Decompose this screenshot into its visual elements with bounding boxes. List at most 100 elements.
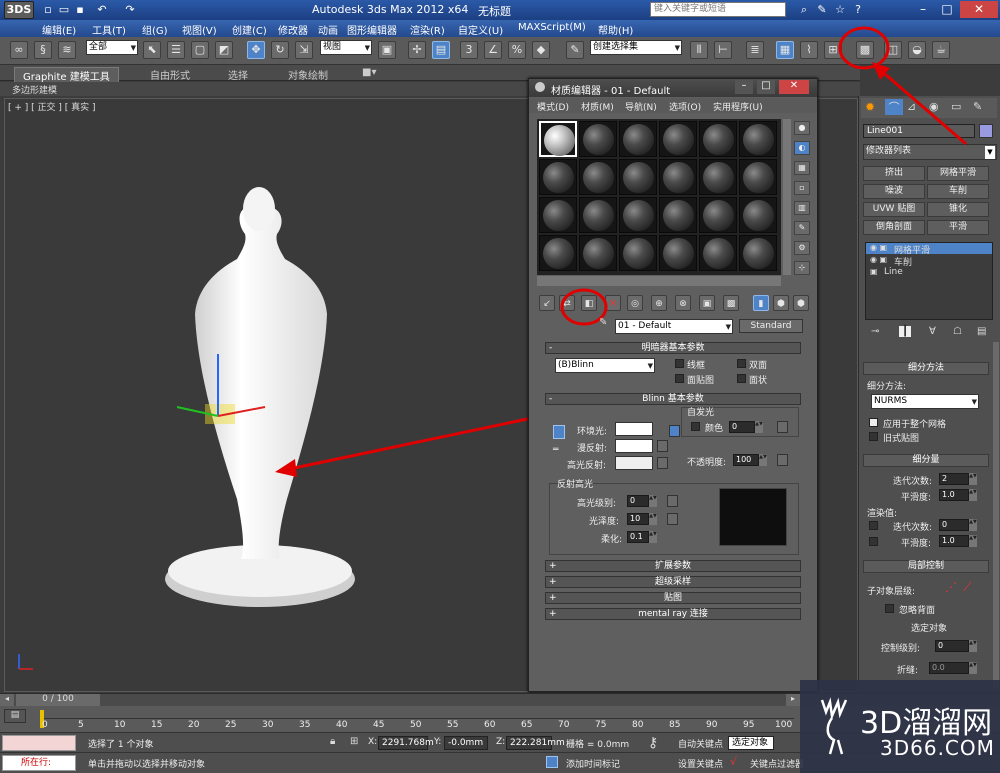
menu-modifiers[interactable]: 修改器 <box>278 22 308 37</box>
new-icon[interactable]: ▫ <box>40 2 56 17</box>
tab-object-paint[interactable]: 对象绘制 <box>288 67 328 82</box>
local-control-header[interactable]: 局部控制 <box>863 560 989 573</box>
stack-item-meshsmooth[interactable]: ◉ ▣ 网格平滑 <box>866 243 992 256</box>
time-tag-icon[interactable] <box>546 756 558 768</box>
window-crossing-icon[interactable]: ◩ <box>215 41 233 59</box>
rect-selection-icon[interactable]: ▢ <box>191 41 209 59</box>
unlink-icon[interactable]: § <box>34 41 52 59</box>
diffuse-color-swatch[interactable] <box>615 439 653 453</box>
mated-maximize-button[interactable]: □ <box>757 80 775 94</box>
ambient-color-swatch[interactable] <box>615 422 653 436</box>
soften-spinner[interactable]: 0.1 ▲▼ <box>627 531 657 543</box>
material-name-input[interactable]: 01 - Default ▼ <box>615 319 733 334</box>
extrude-button[interactable]: 挤出 <box>863 166 925 181</box>
face-map-checkbox[interactable] <box>675 374 684 383</box>
show-end-result-toggle-icon[interactable]: ┃ <box>899 326 912 337</box>
select-object-icon[interactable]: ⬉ <box>143 41 161 59</box>
redo-icon[interactable]: ↷ <box>122 2 138 17</box>
menu-create[interactable]: 创建(C) <box>232 22 267 37</box>
lock-ambient-diffuse-icon[interactable] <box>553 425 565 439</box>
auto-key-button[interactable]: 自动关键点 <box>678 737 723 750</box>
subdivision-method-header[interactable]: 细分方法 <box>863 362 989 375</box>
iterations-spinner[interactable]: 2 ▲▼ <box>939 473 977 485</box>
time-slider-prev-icon[interactable]: ◂ <box>0 694 14 706</box>
smoothness-spinner[interactable]: 1.0 ▲▼ <box>939 489 977 501</box>
time-slider-next-icon[interactable]: ▸ <box>786 694 800 706</box>
meshsmooth-button[interactable]: 网格平滑 <box>927 166 989 181</box>
extended-params-rollout[interactable]: + 扩展参数 <box>545 560 801 572</box>
render-iterations-spinner[interactable]: 0 ▲▼ <box>939 519 977 531</box>
graphite-toggle-icon[interactable]: ▦ <box>776 41 794 59</box>
render-smoothness-spinner[interactable]: 1.0 ▲▼ <box>939 535 977 547</box>
material-id-icon[interactable]: ⊗ <box>675 295 691 311</box>
mated-menu-options[interactable]: 选项(O) <box>669 100 701 113</box>
named-selection-select[interactable]: 创建选择集 ▼ <box>590 40 682 55</box>
sample-slot[interactable] <box>579 159 617 195</box>
eyedropper-icon[interactable]: ✎ <box>599 317 609 329</box>
uvw-map-button[interactable]: UVW 贴图 <box>863 202 925 217</box>
layer-manager-icon[interactable]: ≣ <box>746 41 764 59</box>
ignore-backfacing-checkbox[interactable] <box>885 604 894 613</box>
opacity-map-button[interactable] <box>777 454 788 466</box>
key-icon[interactable]: ⚷ <box>648 735 658 751</box>
make-preview-icon[interactable]: ✎ <box>794 221 810 235</box>
search-input[interactable]: 键入关键字或短语 <box>650 2 786 17</box>
menu-view[interactable]: 视图(V) <box>182 22 217 37</box>
maxscript-listener-top[interactable] <box>2 735 76 751</box>
blinn-rollout-header[interactable]: - Blinn 基本参数 <box>545 393 801 405</box>
slots-horizontal-scrollbar[interactable] <box>537 276 781 286</box>
menu-edit[interactable]: 编辑(E) <box>42 22 76 37</box>
crease-spinner[interactable]: 0.0 ▲▼ <box>929 662 977 674</box>
sample-slot[interactable] <box>619 235 657 271</box>
glossiness-map-button[interactable] <box>667 513 678 525</box>
tools-icon[interactable]: ✎ <box>814 2 830 17</box>
sample-slot[interactable] <box>659 235 697 271</box>
get-material-icon[interactable]: ↙ <box>539 295 555 311</box>
x-coordinate-field[interactable]: 2291.768m <box>378 736 434 750</box>
sample-slot[interactable] <box>739 121 777 157</box>
set-key-icon[interactable]: √ <box>730 755 737 768</box>
two-sided-checkbox[interactable] <box>737 359 746 368</box>
edge-level-icon[interactable]: ⟋ <box>963 580 971 595</box>
self-illum-color-checkbox[interactable] <box>691 422 700 431</box>
menu-rendering[interactable]: 渲染(R) <box>410 22 445 37</box>
select-scale-icon[interactable]: ⇲ <box>295 41 313 59</box>
sample-slot[interactable] <box>539 159 577 195</box>
y-coordinate-field[interactable]: -0.0mm <box>444 736 488 750</box>
mental-ray-rollout[interactable]: + mental ray 连接 <box>545 608 801 620</box>
undo-icon[interactable]: ↶ <box>94 2 110 17</box>
menu-maxscript[interactable]: MAXScript(M) <box>518 22 586 33</box>
sample-slot[interactable] <box>699 197 737 233</box>
search-icon[interactable]: ⌕ <box>796 2 812 17</box>
specular-map-button[interactable] <box>657 457 668 469</box>
specular-level-spinner[interactable]: 0 ▲▼ <box>627 495 657 507</box>
menu-graph-editors[interactable]: 图形编辑器 <box>347 22 397 37</box>
wire-checkbox[interactable] <box>675 359 684 368</box>
faceted-checkbox[interactable] <box>737 374 746 383</box>
maps-rollout[interactable]: + 贴图 <box>545 592 801 604</box>
polygon-modeling-label[interactable]: 多边形建模 <box>12 83 57 96</box>
background-icon[interactable]: ▦ <box>794 161 810 175</box>
select-by-name-icon[interactable]: ☰ <box>167 41 185 59</box>
supersampling-rollout[interactable]: + 超级采样 <box>545 576 801 588</box>
help-icon[interactable]: ? <box>850 2 866 17</box>
selection-filter-select[interactable]: 全部 ▼ <box>86 40 138 55</box>
sample-slot[interactable] <box>659 121 697 157</box>
bind-space-warp-icon[interactable]: ≋ <box>58 41 76 59</box>
snap-3-icon[interactable]: 3 <box>460 41 478 59</box>
noise-button[interactable]: 噪波 <box>863 184 925 199</box>
go-forward-sibling-icon[interactable]: ⬢ <box>773 295 789 311</box>
sample-slot[interactable] <box>659 197 697 233</box>
smooth-button[interactable]: 平滑 <box>927 220 989 235</box>
select-move-icon[interactable]: ✥ <box>247 41 265 59</box>
pivot-center-icon[interactable]: ▣ <box>378 41 396 59</box>
mirror-icon[interactable]: ⫴ <box>690 41 708 59</box>
material-map-navigator-icon[interactable]: ⬢ <box>793 295 809 311</box>
lock-diffuse-specular-icon[interactable]: ═ <box>553 445 563 457</box>
pin-stack-icon[interactable]: ⊸ <box>871 326 879 337</box>
vertex-level-icon[interactable]: ⋰ <box>945 580 957 594</box>
sample-slot[interactable] <box>739 197 777 233</box>
sample-slot[interactable] <box>739 159 777 195</box>
slots-vertical-scrollbar[interactable] <box>783 119 791 275</box>
taper-button[interactable]: 锥化 <box>927 202 989 217</box>
